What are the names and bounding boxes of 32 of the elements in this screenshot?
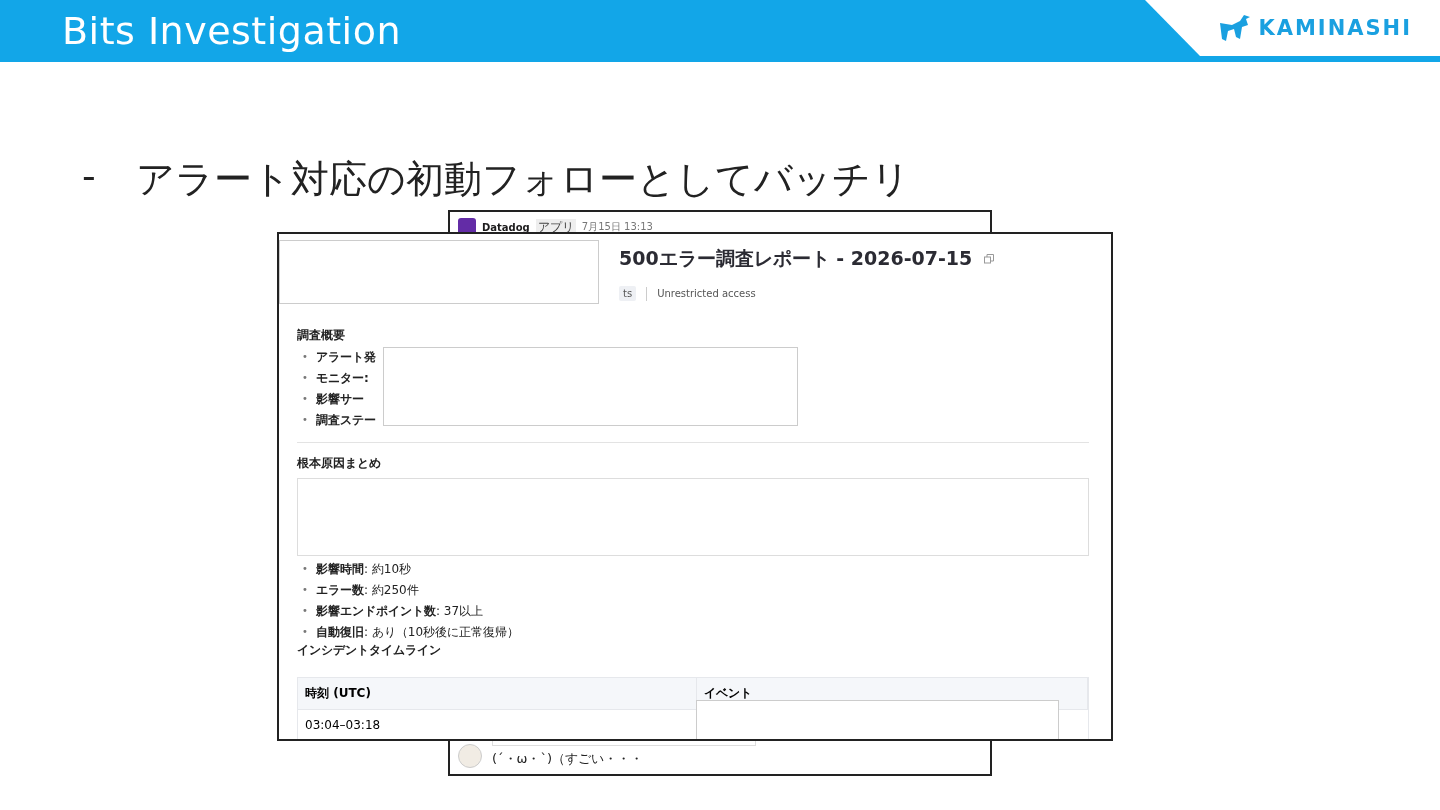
copy-icon — [984, 254, 995, 264]
list-item: 影響エンドポイント数: 37以上 — [315, 602, 484, 619]
bullet-marker: • — [302, 626, 308, 637]
section-heading: 根本原因まとめ — [297, 455, 382, 472]
list-item: 影響時間: 約10秒 — [315, 560, 412, 577]
message-time: 7月15日 13:13 — [581, 220, 653, 234]
bullet-marker: • — [302, 351, 308, 362]
bullet-marker: • — [302, 563, 308, 574]
section-heading: 調査概要 — [297, 327, 346, 344]
bullet-marker: - — [82, 154, 96, 200]
bullet-text: アラート対応の初動フォローとしてバッチリ — [135, 156, 910, 203]
reply-text: (´・ω・`)（すごい・・・ — [492, 750, 645, 768]
logo-text: KAMINASHI — [1258, 16, 1412, 40]
tag-chip: ts — [619, 286, 637, 301]
list-item: エラー数: 約250件 — [315, 581, 419, 598]
list-item: 自動復旧: あり（10秒後に正常復帰） — [315, 623, 520, 640]
section-heading: インシデントタイムライン — [297, 642, 442, 659]
sender-name: Datadog — [482, 221, 530, 233]
list-item: 影響サー — [315, 390, 364, 407]
bullet-marker: • — [302, 372, 308, 383]
bullet-marker: • — [302, 584, 308, 595]
bullet-marker: • — [302, 393, 308, 404]
user-avatar — [458, 744, 482, 768]
bullet-marker: • — [302, 414, 308, 425]
access-label: Unrestricted access — [657, 288, 756, 299]
report-title: 500エラー調査レポート - 2026-07-15 — [619, 246, 973, 271]
slide-title: Bits Investigation — [62, 9, 401, 53]
list-item: アラート発 — [315, 348, 376, 365]
list-item: モニター: — [315, 369, 369, 386]
bullet-marker: • — [302, 605, 308, 616]
column-header: 時刻 (UTC) — [298, 678, 697, 710]
list-item: 調査ステー — [315, 411, 376, 428]
